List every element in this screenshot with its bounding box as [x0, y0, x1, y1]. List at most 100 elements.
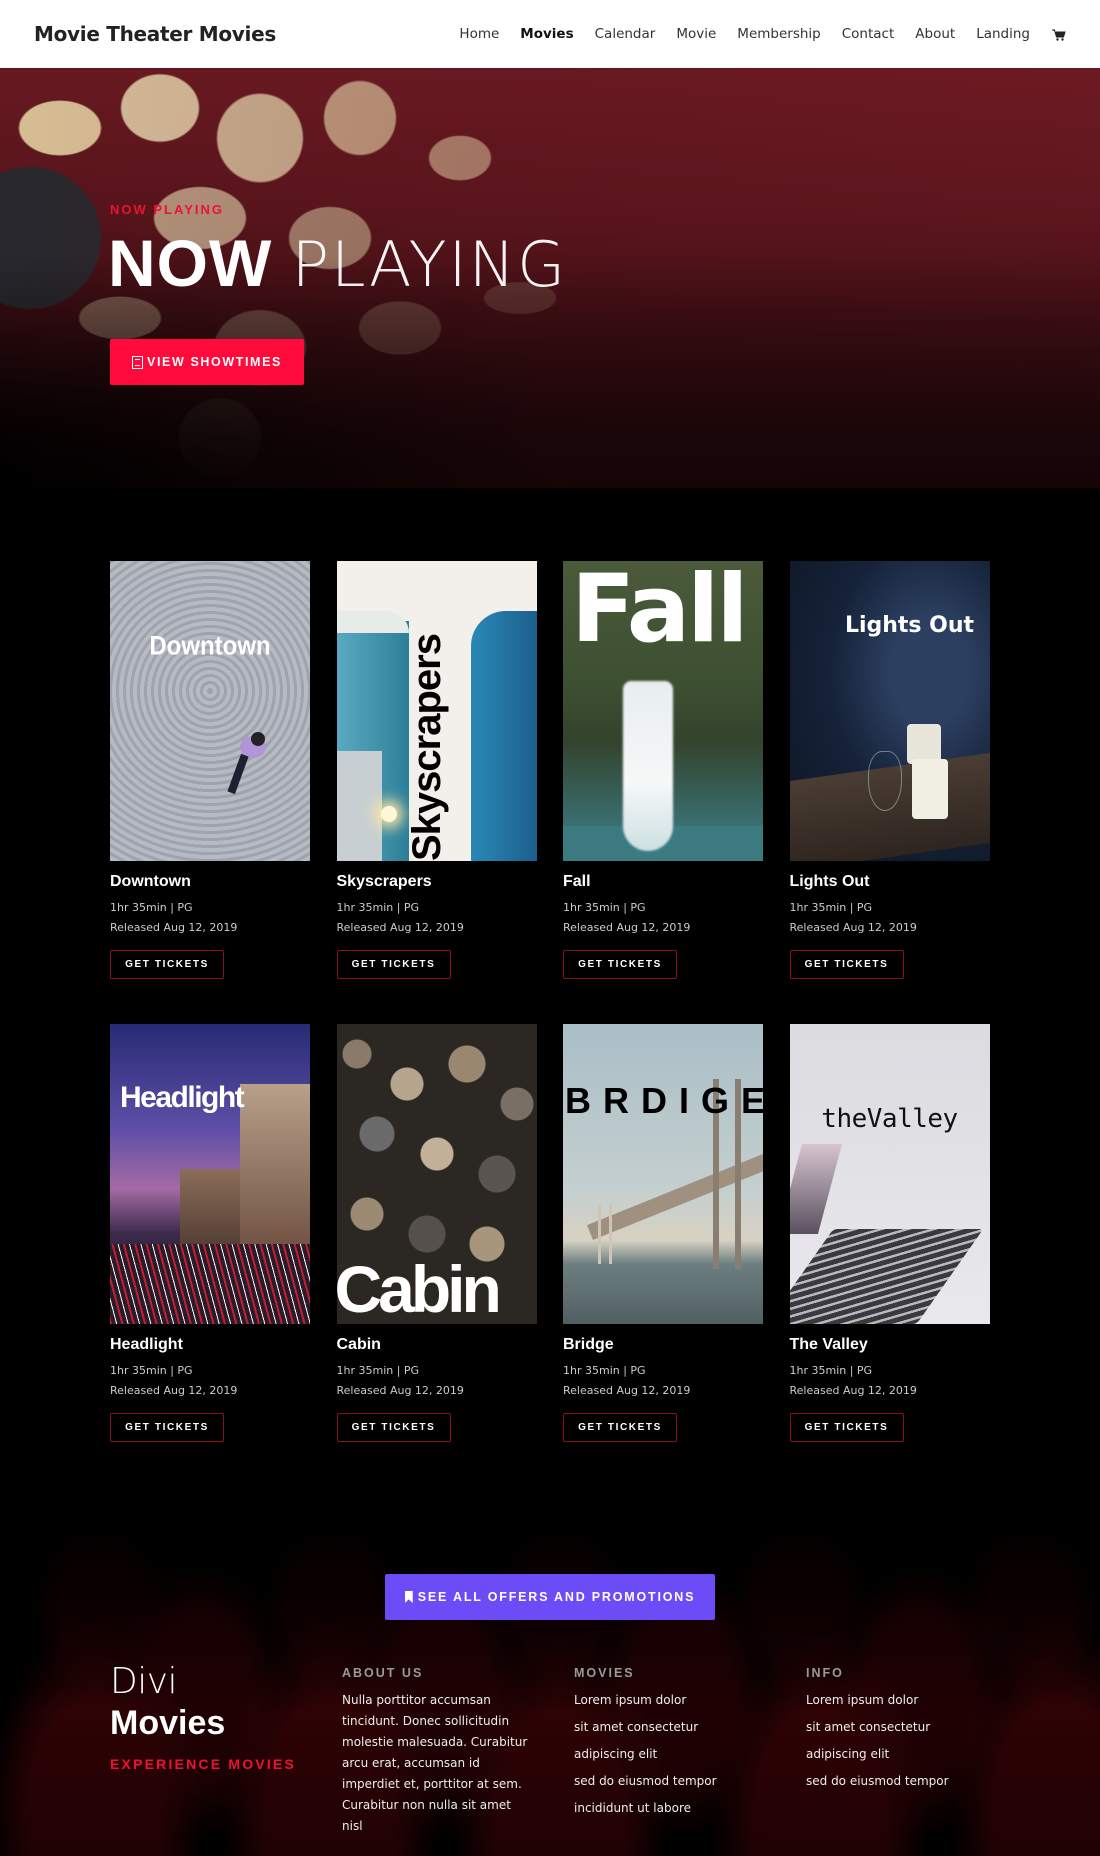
nav-contact[interactable]: Contact	[842, 26, 895, 42]
nav-movies[interactable]: Movies	[520, 26, 573, 42]
get-tickets-button[interactable]: GET TICKETS	[563, 1413, 677, 1442]
movie-poster[interactable]: Downtown	[110, 561, 310, 861]
poster-title: Headlight	[120, 1081, 245, 1114]
movie-poster[interactable]: Lights Out	[789, 561, 990, 861]
get-tickets-button[interactable]: GET TICKETS	[110, 1413, 224, 1442]
site-header: Movie Theater Movies Home Movies Calenda…	[0, 0, 1100, 68]
movie-meta: 1hr 35min | PG Released Aug 12, 2019	[337, 1361, 537, 1401]
poster-title: Fall	[571, 561, 749, 664]
movie-meta: 1hr 35min | PG Released Aug 12, 2019	[790, 1361, 990, 1401]
nav-home[interactable]: Home	[459, 26, 499, 42]
footer-movies-column: MOVIES Lorem ipsum dolor sit amet consec…	[574, 1666, 717, 1825]
get-tickets-button[interactable]: GET TICKETS	[789, 950, 904, 979]
view-showtimes-button[interactable]: VIEW SHOWTIMES	[110, 339, 304, 385]
brand-tagline: EXPERIENCE MOVIES	[110, 1756, 296, 1772]
footer-about-heading: ABOUT US	[342, 1666, 424, 1680]
get-tickets-button[interactable]: GET TICKETS	[563, 950, 677, 979]
movie-release-date: Released Aug 12, 2019	[789, 921, 917, 934]
get-tickets-button[interactable]: GET TICKETS	[336, 950, 451, 979]
hero-title: NOW PLAYING	[108, 230, 567, 296]
view-showtimes-label: VIEW SHOWTIMES	[147, 355, 282, 369]
get-tickets-button[interactable]: GET TICKETS	[336, 1413, 451, 1442]
site-logo[interactable]: Movie Theater Movies	[34, 22, 276, 46]
shopping-cart-icon[interactable]	[1052, 28, 1066, 41]
movie-card-headlight: Headlight Headlight 1hr 35min | PG Relea…	[110, 1024, 310, 1487]
movie-release-date: Released Aug 12, 2019	[789, 1384, 917, 1397]
footer-brand: Divi Movies EXPERIENCE MOVIES	[110, 1661, 296, 1773]
movie-duration-rating: 1hr 35min | PG	[789, 1364, 873, 1377]
movie-grid: Downtown Downtown 1hr 35min | PG Release…	[110, 561, 990, 1487]
hero-title-thin: PLAYING	[291, 228, 568, 301]
movie-duration-rating: 1hr 35min | PG	[563, 901, 646, 914]
see-all-offers-label: SEE ALL OFFERS AND PROMOTIONS	[417, 1590, 696, 1604]
movie-duration-rating: 1hr 35min | PG	[336, 901, 420, 914]
hero-section: NOW PLAYING NOW PLAYING VIEW SHOWTIMES	[0, 68, 1100, 488]
poster-title: Skyscrapers	[404, 634, 449, 861]
main-nav: Home Movies Calendar Movie Membership Co…	[438, 26, 1066, 42]
footer-movies-heading: MOVIES	[574, 1666, 635, 1680]
poster-title: BRDIGE	[565, 1080, 763, 1121]
brand-movies: Movies	[110, 1704, 226, 1742]
get-tickets-button[interactable]: GET TICKETS	[110, 950, 224, 979]
movie-duration-rating: 1hr 35min | PG	[336, 1364, 420, 1377]
movie-meta: 1hr 35min | PG Released Aug 12, 2019	[563, 898, 763, 938]
poster-title: Downtown	[149, 631, 271, 662]
movie-meta: 1hr 35min | PG Released Aug 12, 2019	[563, 1361, 763, 1401]
movie-duration-rating: 1hr 35min | PG	[563, 1364, 646, 1377]
movie-card-the-valley: theValley The Valley 1hr 35min | PG Rele…	[789, 1024, 990, 1487]
poster-title: Cabin	[336, 1252, 502, 1324]
movie-title[interactable]: Downtown	[110, 873, 310, 891]
movie-title[interactable]: Lights Out	[790, 873, 990, 891]
movie-release-date: Released Aug 12, 2019	[563, 921, 691, 934]
movie-card-cabin: Cabin Cabin 1hr 35min | PG Released Aug …	[336, 1024, 537, 1487]
movie-duration-rating: 1hr 35min | PG	[110, 1364, 193, 1377]
movie-poster[interactable]: Cabin	[336, 1024, 537, 1324]
poster-title: theValley	[821, 1104, 958, 1134]
footer-about-text: Nulla porttitor accumsan tincidunt. Done…	[342, 1693, 528, 1833]
movie-title[interactable]: The Valley	[790, 1336, 990, 1354]
movie-release-date: Released Aug 12, 2019	[563, 1384, 691, 1397]
movie-card-bridge: BRDIGE Bridge 1hr 35min | PG Released Au…	[563, 1024, 763, 1487]
nav-about[interactable]: About	[915, 26, 955, 42]
film-icon	[132, 355, 144, 369]
brand-divi: Divi	[110, 1661, 178, 1702]
movie-release-date: Released Aug 12, 2019	[336, 1384, 464, 1397]
movie-card-fall: Fall Fall 1hr 35min | PG Released Aug 12…	[563, 561, 763, 1024]
nav-landing[interactable]: Landing	[976, 26, 1030, 42]
movie-poster[interactable]: BRDIGE	[563, 1024, 763, 1324]
movie-poster[interactable]: theValley	[789, 1024, 990, 1324]
movie-card-downtown: Downtown Downtown 1hr 35min | PG Release…	[110, 561, 310, 1024]
movie-card-lights-out: Lights Out Lights Out 1hr 35min | PG Rel…	[789, 561, 990, 1024]
movie-meta: 1hr 35min | PG Released Aug 12, 2019	[110, 1361, 310, 1401]
get-tickets-button[interactable]: GET TICKETS	[789, 1413, 904, 1442]
nav-membership[interactable]: Membership	[737, 26, 820, 42]
nav-movie[interactable]: Movie	[676, 26, 716, 42]
movie-release-date: Released Aug 12, 2019	[110, 921, 238, 934]
movie-title[interactable]: Bridge	[563, 1336, 763, 1354]
poster-title: Lights Out	[844, 613, 975, 638]
movie-poster[interactable]: Skyscrapers	[336, 561, 537, 861]
movie-title[interactable]: Headlight	[110, 1336, 310, 1354]
footer-about-column: ABOUT US Nulla porttitor accumsan tincid…	[342, 1666, 532, 1837]
movie-release-date: Released Aug 12, 2019	[336, 921, 464, 934]
hero-title-bold: NOW	[108, 226, 273, 300]
movie-duration-rating: 1hr 35min | PG	[110, 901, 193, 914]
movie-poster[interactable]: Fall	[563, 561, 763, 861]
footer-info-link[interactable]: sed do eiusmod tempor	[806, 1765, 949, 1798]
nav-calendar[interactable]: Calendar	[595, 26, 656, 42]
movie-release-date: Released Aug 12, 2019	[110, 1384, 238, 1397]
see-all-offers-button[interactable]: SEE ALL OFFERS AND PROMOTIONS	[385, 1574, 715, 1620]
movie-card-skyscrapers: Skyscrapers Skyscrapers 1hr 35min | PG R…	[336, 561, 537, 1024]
movie-meta: 1hr 35min | PG Released Aug 12, 2019	[110, 898, 310, 938]
movie-duration-rating: 1hr 35min | PG	[789, 901, 873, 914]
bookmark-icon	[404, 1591, 413, 1603]
movie-meta: 1hr 35min | PG Released Aug 12, 2019	[790, 898, 990, 938]
footer-info-heading: INFO	[806, 1666, 844, 1680]
movie-title[interactable]: Cabin	[337, 1336, 537, 1354]
movie-meta: 1hr 35min | PG Released Aug 12, 2019	[337, 898, 537, 938]
footer-info-column: INFO Lorem ipsum dolor sit amet consecte…	[806, 1666, 949, 1798]
movie-title[interactable]: Fall	[563, 873, 763, 891]
movie-title[interactable]: Skyscrapers	[337, 873, 537, 891]
site-footer: SEE ALL OFFERS AND PROMOTIONS Divi Movie…	[0, 1500, 1100, 1856]
movie-poster[interactable]: Headlight	[110, 1024, 310, 1324]
